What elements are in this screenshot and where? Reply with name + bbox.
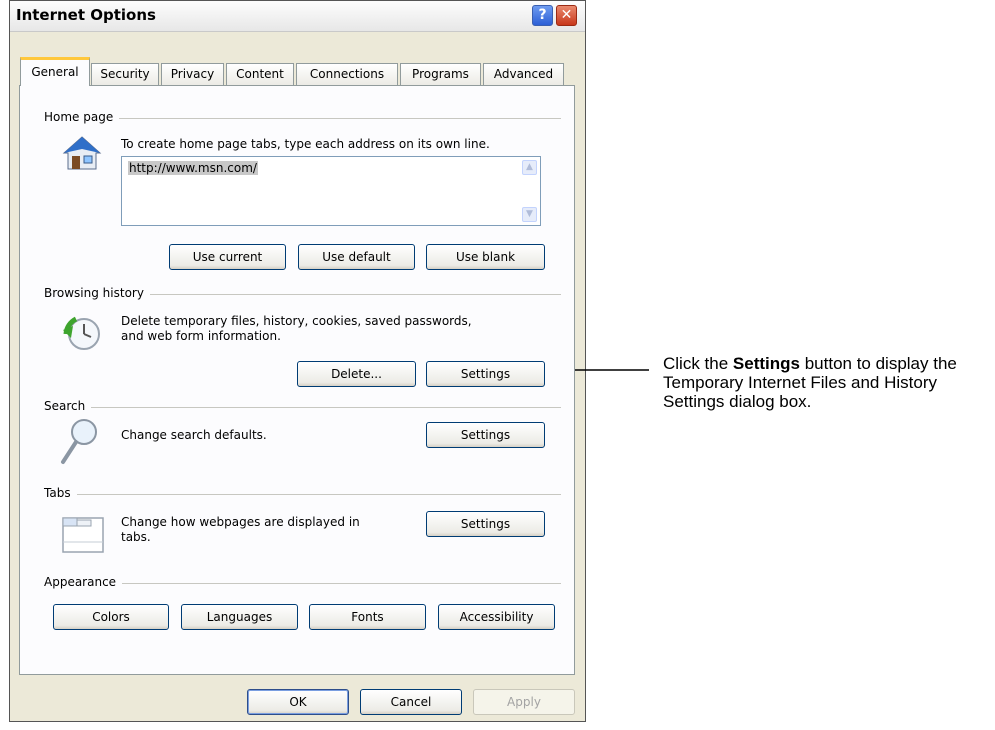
appearance-group-label: Appearance bbox=[44, 575, 123, 589]
scroll-down-arrow[interactable]: ▼ bbox=[522, 207, 537, 222]
tabs-settings-button[interactable]: Settings bbox=[426, 511, 545, 537]
internet-options-dialog: Internet Options ? ✕ General Security Pr… bbox=[9, 0, 586, 722]
use-current-button[interactable]: Use current bbox=[169, 244, 286, 270]
languages-button[interactable]: Languages bbox=[181, 604, 298, 630]
accessibility-button[interactable]: Accessibility bbox=[438, 604, 555, 630]
use-blank-button[interactable]: Use blank bbox=[426, 244, 545, 270]
callout-text: Click the Settings button to display the… bbox=[663, 354, 993, 411]
help-button[interactable]: ? bbox=[532, 5, 553, 26]
house-icon bbox=[62, 136, 102, 170]
cancel-button[interactable]: Cancel bbox=[360, 689, 462, 715]
window-title: Internet Options bbox=[16, 6, 156, 24]
group-divider bbox=[44, 407, 561, 408]
tab-advanced[interactable]: Advanced bbox=[483, 63, 564, 85]
tabs-group-label: Tabs bbox=[44, 486, 77, 500]
browsing-history-description-2: and web form information. bbox=[121, 329, 281, 343]
search-group-label: Search bbox=[44, 399, 92, 413]
home-page-textarea[interactable]: http://www.msn.com/ ▲ ▼ bbox=[121, 156, 541, 226]
tab-general[interactable]: General bbox=[20, 57, 90, 86]
search-description: Change search defaults. bbox=[121, 428, 267, 442]
close-button[interactable]: ✕ bbox=[556, 5, 577, 26]
use-default-button[interactable]: Use default bbox=[298, 244, 415, 270]
tab-security[interactable]: Security bbox=[91, 63, 159, 85]
browsing-history-group-label: Browsing history bbox=[44, 286, 150, 300]
browsing-history-description-1: Delete temporary files, history, cookies… bbox=[121, 314, 472, 328]
tabbed-window-icon bbox=[62, 517, 104, 553]
scroll-up-arrow[interactable]: ▲ bbox=[522, 160, 537, 175]
chevron-up-icon: ▲ bbox=[526, 162, 533, 172]
general-tab-panel: Home page To create home page tabs, type… bbox=[19, 85, 575, 675]
chevron-down-icon: ▼ bbox=[526, 209, 533, 219]
delete-history-button[interactable]: Delete... bbox=[297, 361, 416, 387]
tabs-description-1: Change how webpages are displayed in bbox=[121, 515, 360, 529]
fonts-button[interactable]: Fonts bbox=[309, 604, 426, 630]
group-divider bbox=[44, 118, 561, 119]
group-divider bbox=[44, 494, 561, 495]
history-clock-icon bbox=[63, 316, 100, 350]
ok-button[interactable]: OK bbox=[247, 689, 349, 715]
tab-content[interactable]: Content bbox=[226, 63, 294, 85]
home-page-group-label: Home page bbox=[44, 110, 120, 124]
tab-connections[interactable]: Connections bbox=[296, 63, 398, 85]
tab-programs[interactable]: Programs bbox=[400, 63, 481, 85]
apply-button[interactable]: Apply bbox=[473, 689, 575, 715]
home-page-instructions: To create home page tabs, type each addr… bbox=[121, 137, 490, 151]
help-icon: ? bbox=[538, 7, 547, 23]
tab-privacy[interactable]: Privacy bbox=[161, 63, 224, 85]
browsing-history-settings-button[interactable]: Settings bbox=[426, 361, 545, 387]
callout-text-prefix: Click the bbox=[663, 354, 733, 373]
colors-button[interactable]: Colors bbox=[53, 604, 169, 630]
close-icon: ✕ bbox=[560, 7, 573, 23]
title-bar: Internet Options ? ✕ bbox=[10, 1, 585, 32]
callout-text-bold: Settings bbox=[732, 354, 800, 373]
search-settings-button[interactable]: Settings bbox=[426, 422, 545, 448]
tabs-description-2: tabs. bbox=[121, 530, 151, 544]
magnifier-icon bbox=[61, 419, 97, 464]
home-page-url: http://www.msn.com/ bbox=[128, 161, 258, 175]
